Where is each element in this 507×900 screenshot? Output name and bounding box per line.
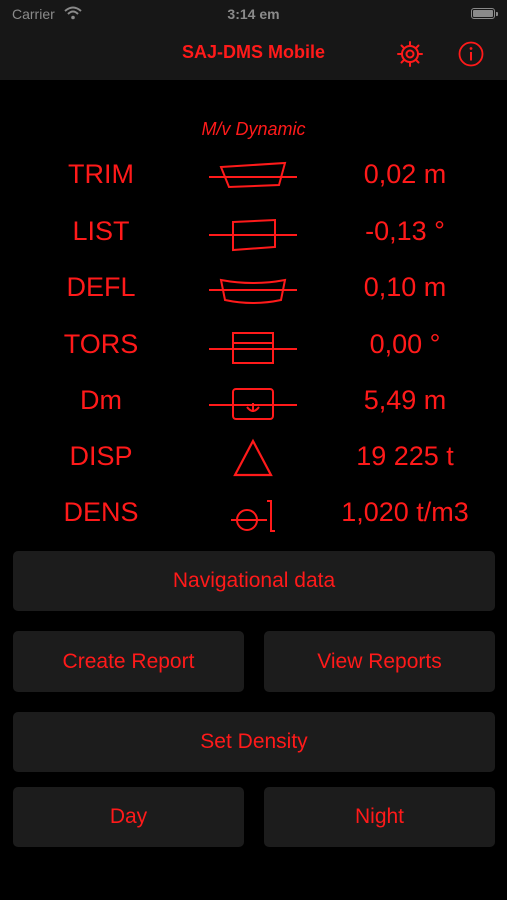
trim-value: 0,02 m xyxy=(363,159,447,189)
tors-value: 0,00 ° xyxy=(369,329,441,359)
disp-value: 19 225 t xyxy=(356,441,454,471)
gear-icon[interactable] xyxy=(396,40,424,68)
disp-row: DISP 19 225 t xyxy=(0,429,507,485)
dens-row: DENS 1,020 t/m3 xyxy=(0,485,507,541)
list-value: -0,13 ° xyxy=(365,216,445,246)
battery-icon xyxy=(471,8,498,19)
dm-label: Dm xyxy=(80,385,122,415)
dens-label: DENS xyxy=(63,497,139,527)
defl-value: 0,10 m xyxy=(363,272,447,302)
list-icon xyxy=(209,218,297,252)
defl-row: DEFL 0,10 m xyxy=(0,260,507,316)
dens-value: 1,020 t/m3 xyxy=(341,497,469,527)
torsion-icon xyxy=(209,332,297,364)
defl-label: DEFL xyxy=(66,272,136,302)
dm-row: Dm 5,49 m xyxy=(0,373,507,429)
view-reports-button[interactable]: View Reports xyxy=(264,631,495,692)
deflection-icon xyxy=(209,278,297,304)
list-label: LIST xyxy=(72,216,130,246)
status-time: 3:14 em xyxy=(227,6,280,22)
set-density-button[interactable]: Set Density xyxy=(13,712,495,772)
disp-label: DISP xyxy=(69,441,133,471)
density-icon xyxy=(231,500,275,532)
status-bar: Carrier 3:14 em xyxy=(0,0,507,28)
displacement-icon xyxy=(233,438,273,477)
trim-row: TRIM 0,02 m xyxy=(0,147,507,203)
trim-icon xyxy=(209,161,297,189)
app-title: SAJ-DMS Mobile xyxy=(181,42,325,62)
tors-label: TORS xyxy=(63,329,139,359)
info-icon[interactable] xyxy=(457,40,485,68)
navigational-data-button[interactable]: Navigational data xyxy=(13,551,495,611)
trim-label: TRIM xyxy=(68,159,134,189)
day-mode-button[interactable]: Day xyxy=(13,787,244,847)
list-row: LIST -0,13 ° xyxy=(0,204,507,260)
draft-icon xyxy=(209,388,297,420)
create-report-button[interactable]: Create Report xyxy=(13,631,244,692)
night-mode-button[interactable]: Night xyxy=(264,787,495,847)
tors-row: TORS 0,00 ° xyxy=(0,317,507,373)
navigation-bar: SAJ-DMS Mobile xyxy=(0,28,507,80)
vessel-name: M/v Dynamic xyxy=(201,119,306,139)
dm-value: 5,49 m xyxy=(363,385,447,415)
